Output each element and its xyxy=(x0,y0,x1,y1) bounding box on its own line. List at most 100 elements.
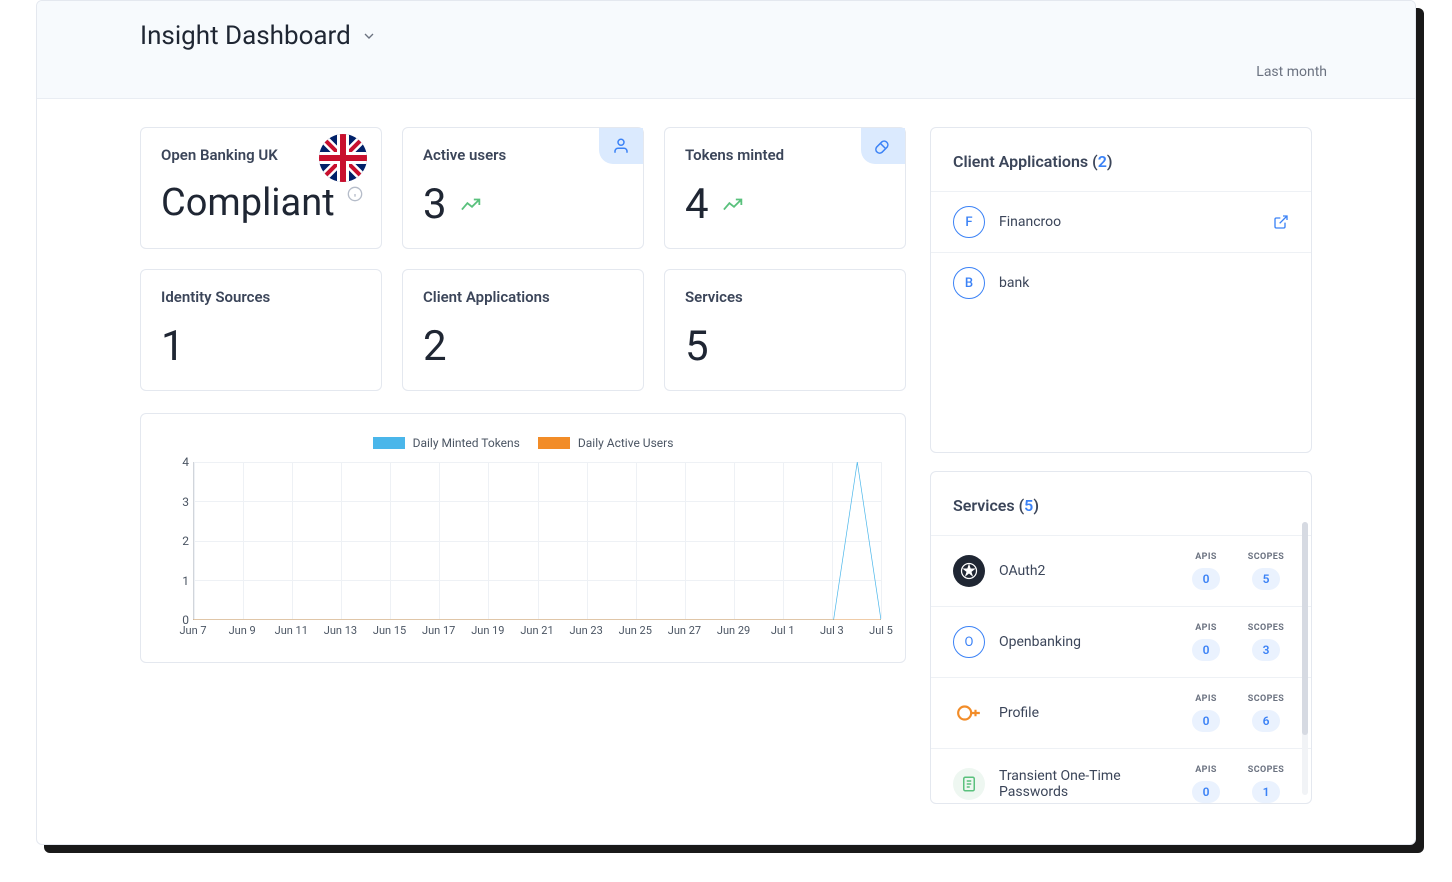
x-tick: Jun 21 xyxy=(520,624,553,637)
services-panel-header: Services (5) xyxy=(931,472,1311,535)
client-apps-list: F Financroo B bank xyxy=(931,191,1311,313)
tokens-minted-number: 4 xyxy=(685,184,709,226)
client-app-row[interactable]: B bank xyxy=(931,252,1311,313)
user-icon xyxy=(612,137,630,155)
service-row[interactable]: Transient One-Time Passwords APIS 0 SCOP… xyxy=(931,748,1311,803)
apis-metric: APIS 0 xyxy=(1183,623,1229,661)
legend-label: Daily Minted Tokens xyxy=(413,436,520,450)
x-tick: Jun 13 xyxy=(324,624,357,637)
service-avatar xyxy=(953,768,985,800)
client-apps-title: Client Applications xyxy=(423,288,623,306)
scopes-value: 3 xyxy=(1252,639,1280,661)
x-tick: Jul 1 xyxy=(771,624,795,637)
external-link-icon[interactable] xyxy=(1273,214,1289,230)
y-tick: 2 xyxy=(182,534,189,548)
header-bar: Insight Dashboard Last month xyxy=(37,1,1415,99)
chart-area: 01234 Jun 7Jun 9Jun 11Jun 13Jun 15Jun 17… xyxy=(175,462,881,644)
identity-sources-title: Identity Sources xyxy=(161,288,361,306)
service-name: Profile xyxy=(999,705,1169,721)
client-name: Financroo xyxy=(999,214,1061,230)
client-avatar: F xyxy=(953,206,985,238)
trend-up-icon xyxy=(723,198,745,212)
client-apps-count: 2 xyxy=(1098,152,1107,171)
scopes-value: 5 xyxy=(1252,568,1280,590)
x-tick: Jul 5 xyxy=(869,624,893,637)
left-column: Open Banking UK Compliant Active users 3 xyxy=(140,127,906,663)
services-title: Services xyxy=(685,288,885,306)
apis-label: APIS xyxy=(1195,694,1217,704)
legend-swatch xyxy=(538,437,570,449)
legend-label: Daily Active Users xyxy=(578,436,674,450)
client-name: bank xyxy=(999,275,1029,291)
client-avatar: B xyxy=(953,267,985,299)
page-title: Insight Dashboard xyxy=(140,21,351,51)
y-tick: 4 xyxy=(182,455,189,469)
x-tick: Jun 27 xyxy=(668,624,701,637)
legend-swatch xyxy=(373,437,405,449)
scopes-label: SCOPES xyxy=(1248,694,1284,704)
services-panel-title: Services xyxy=(953,496,1015,515)
client-apps-card[interactable]: Client Applications 2 xyxy=(402,269,644,391)
services-value: 5 xyxy=(685,326,885,368)
legend-item[interactable]: Daily Active Users xyxy=(538,436,674,450)
services-panel: Services (5) OAuth2 APIS 0 SCOPES 5 O Op… xyxy=(930,471,1312,804)
y-tick: 3 xyxy=(182,495,189,509)
service-row[interactable]: O Openbanking APIS 0 SCOPES 3 xyxy=(931,606,1311,677)
scrollbar[interactable] xyxy=(1302,522,1308,795)
apis-label: APIS xyxy=(1195,552,1217,562)
services-card[interactable]: Services 5 xyxy=(664,269,906,391)
uk-flag-icon xyxy=(319,134,367,182)
x-tick: Jun 19 xyxy=(471,624,504,637)
compliance-card[interactable]: Open Banking UK Compliant xyxy=(140,127,382,249)
client-app-row[interactable]: F Financroo xyxy=(931,191,1311,252)
apis-metric: APIS 0 xyxy=(1183,694,1229,732)
identity-sources-card[interactable]: Identity Sources 1 xyxy=(140,269,382,391)
user-icon-badge xyxy=(599,128,643,164)
client-apps-value: 2 xyxy=(423,326,623,368)
service-avatar: O xyxy=(953,626,985,658)
chart-y-axis: 01234 xyxy=(175,462,193,620)
pill-icon xyxy=(874,137,892,155)
x-tick: Jul 3 xyxy=(820,624,844,637)
apis-metric: APIS 0 xyxy=(1183,552,1229,590)
apis-value: 0 xyxy=(1192,639,1220,661)
y-tick: 1 xyxy=(182,574,189,588)
legend-item[interactable]: Daily Minted Tokens xyxy=(373,436,520,450)
active-users-value: 3 xyxy=(423,184,623,226)
chart-legend: Daily Minted Tokens Daily Active Users xyxy=(165,436,881,450)
x-tick: Jun 15 xyxy=(373,624,406,637)
tokens-minted-title: Tokens minted xyxy=(685,146,885,164)
scopes-label: SCOPES xyxy=(1248,765,1284,775)
scopes-value: 6 xyxy=(1252,710,1280,732)
x-tick: Jun 9 xyxy=(229,624,256,637)
tokens-minted-card[interactable]: Tokens minted 4 xyxy=(664,127,906,249)
info-icon[interactable] xyxy=(347,186,363,202)
active-users-card[interactable]: Active users 3 xyxy=(402,127,644,249)
time-filter-label[interactable]: Last month xyxy=(1256,64,1327,80)
service-row[interactable]: OAuth2 APIS 0 SCOPES 5 xyxy=(931,535,1311,606)
service-row[interactable]: Profile APIS 0 SCOPES 6 xyxy=(931,677,1311,748)
chart-series-line xyxy=(193,462,881,620)
x-tick: Jun 7 xyxy=(179,624,206,637)
scrollbar-thumb[interactable] xyxy=(1302,522,1308,735)
x-tick: Jun 17 xyxy=(422,624,455,637)
service-name: Openbanking xyxy=(999,634,1169,650)
services-list[interactable]: OAuth2 APIS 0 SCOPES 5 O Openbanking API… xyxy=(931,535,1311,803)
apis-value: 0 xyxy=(1192,781,1220,803)
scopes-label: SCOPES xyxy=(1248,552,1284,562)
chevron-down-icon[interactable] xyxy=(361,28,377,44)
scopes-label: SCOPES xyxy=(1248,623,1284,633)
x-tick: Jun 23 xyxy=(569,624,602,637)
scopes-value: 1 xyxy=(1252,781,1280,803)
scopes-metric: SCOPES 3 xyxy=(1243,623,1289,661)
scopes-metric: SCOPES 6 xyxy=(1243,694,1289,732)
service-avatar xyxy=(953,697,985,729)
dashboard-window: Insight Dashboard Last month Open Bankin… xyxy=(36,0,1416,845)
stat-grid: Open Banking UK Compliant Active users 3 xyxy=(140,127,906,391)
scopes-metric: SCOPES 5 xyxy=(1243,552,1289,590)
apis-value: 0 xyxy=(1192,568,1220,590)
tokens-minted-value: 4 xyxy=(685,184,885,226)
apis-label: APIS xyxy=(1195,765,1217,775)
chart-x-axis: Jun 7Jun 9Jun 11Jun 13Jun 15Jun 17Jun 19… xyxy=(193,624,881,644)
x-tick: Jun 29 xyxy=(717,624,750,637)
